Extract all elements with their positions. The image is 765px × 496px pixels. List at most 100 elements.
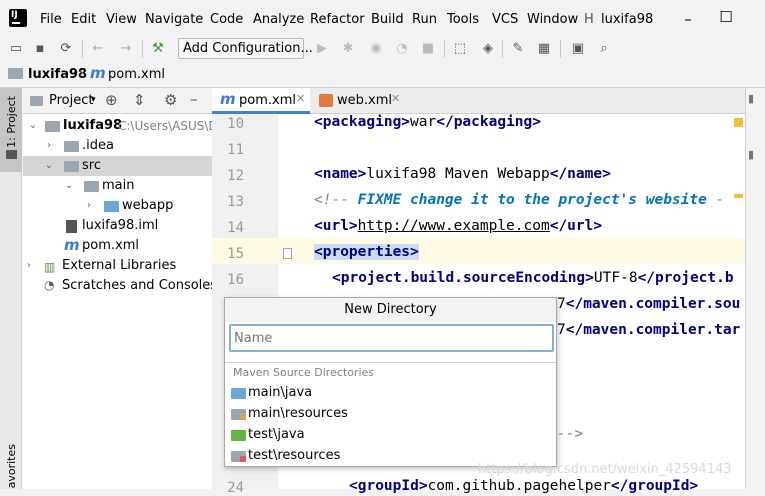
breadcrumb-file[interactable]: pom.xml [108,67,165,82]
locate-target-icon[interactable]: ⊕ [105,91,118,109]
terminal-icon[interactable]: ▣ [570,41,586,57]
minimize-icon[interactable]: – [678,10,698,30]
menu-analyze[interactable]: Analyze [253,12,304,27]
xml-tag: </packaging> [436,114,541,130]
directory-name-input[interactable] [229,324,554,352]
tab-pom-xml[interactable]: m pom.xml ✕ [212,88,310,114]
tab-label: pom.xml [239,93,296,108]
toolbar-separator [502,40,503,58]
add-configuration-button[interactable]: Add Configuration... [178,38,313,59]
stop-icon[interactable]: ■ [420,41,436,57]
tree-item-external-libraries[interactable]: › ▥ External Libraries [23,256,212,276]
menu-navigate[interactable]: Navigate [145,12,203,27]
menu-file[interactable]: File [40,12,62,27]
maven-icon: m [220,90,236,108]
code-line-18: 7</maven.compiler.tar [557,322,740,338]
coverage-icon[interactable]: ◉ [368,41,384,57]
maven-tool-tab[interactable]: ▮ [748,92,754,105]
line-number: 10 [227,116,244,132]
intellij-logo-icon [9,9,27,27]
project-structure-icon[interactable]: ◈ [480,41,496,57]
attach-icon[interactable]: ⬚ [452,41,468,57]
menu-tools[interactable]: Tools [447,12,479,27]
menu-refactor[interactable]: Refactor [310,12,365,27]
favorites-tool-tab[interactable]: avorites [5,444,18,488]
xml-tag: <url> [314,218,358,234]
project-view-selector[interactable]: Project [49,93,93,108]
iml-file-icon [66,220,77,233]
tree-item-label: luxifa98.iml [82,218,159,233]
tree-item-luxifa98[interactable]: ⌄ luxifa98 C:\Users\ASUS\D [23,116,218,136]
tree-item-src[interactable]: ⌄ src [23,156,212,176]
tree-item-luxifa98-iml[interactable]: luxifa98.iml [23,216,212,236]
xml-text: 7 [557,296,566,312]
back-arrow-icon[interactable]: ← [90,41,106,57]
chevron-down-icon[interactable]: ⌄ [44,160,54,171]
xml-comment: <!-- [314,192,358,208]
project-tool-tab-label[interactable]: 1: Project [5,96,18,148]
line-number: 16 [227,272,244,288]
url-link[interactable]: http://www.example.com [358,218,550,234]
warning-marker-icon[interactable] [734,194,743,198]
menu-run[interactable]: Run [412,12,437,27]
menu-view[interactable]: View [106,12,137,27]
suggestion-label: test\resources [248,448,341,463]
menu-edit[interactable]: Edit [71,12,96,27]
tree-item-scratches[interactable]: ◔ Scratches and Consoles [23,276,217,296]
toolbar-separator [444,40,445,58]
menu-window[interactable]: Window [527,12,578,27]
menu-vcs[interactable]: VCS [492,12,518,27]
tab-web-xml[interactable]: web.xml ✕ [311,88,409,114]
hide-panel-icon[interactable]: – [190,90,198,108]
dropdown-arrow-icon[interactable]: ▾ [91,95,96,105]
tree-item-label: pom.xml [82,238,139,253]
run-icon[interactable]: ▶ [314,41,330,57]
chevron-down-icon[interactable]: ⌄ [64,180,74,191]
xml-tag: <name> [314,166,367,182]
menu-code[interactable]: Code [210,12,243,27]
close-icon[interactable]: ✕ [296,92,305,105]
folder-icon [64,161,79,172]
fixme-text: FIXME change it to the project's website [357,192,707,208]
build-hammer-icon[interactable]: ⚒ [150,41,166,57]
toolbar-separator [82,40,83,58]
debug-icon[interactable]: ✱ [340,41,356,57]
sdk-icon[interactable]: ▦ [536,41,552,57]
chevron-right-icon[interactable]: › [24,260,34,271]
forward-arrow-icon[interactable]: → [118,41,134,57]
chevron-down-icon[interactable]: ⌄ [28,120,38,131]
close-icon[interactable]: ✕ [391,92,400,105]
profile-icon[interactable]: ◔ [394,41,410,57]
tree-item-main[interactable]: ⌄ main [23,176,212,196]
xml-tag: <groupId> [349,478,428,494]
code-line-12: <name>luxifa98 Maven Webapp</name> [314,166,611,182]
tree-item-path: C:\Users\ASUS\D [118,119,218,133]
wrench-settings-icon[interactable]: ✎ [510,41,526,57]
open-folder-icon[interactable]: ▭ [8,41,24,57]
fold-icon[interactable] [283,248,292,259]
tree-item-pom-xml[interactable]: m pom.xml [23,236,212,256]
chevron-right-icon[interactable]: › [84,200,94,211]
line-number: 13 [227,194,244,210]
menu-help-truncated[interactable]: H [584,12,594,27]
tree-item-label: .idea [82,138,114,153]
xml-file-icon [319,94,333,107]
tree-item-label: luxifa98 [63,118,123,133]
tree-item-label: src [82,158,101,173]
code-line-10: <packaging>war</packaging> [314,114,541,130]
chevron-right-icon[interactable]: › [44,140,54,151]
gear-icon[interactable]: ⚙ [164,91,177,109]
search-icon[interactable]: ⌕ [596,41,612,57]
sync-icon[interactable]: ⟳ [58,41,74,57]
collapse-all-icon[interactable]: ⇕ [133,91,146,109]
save-icon[interactable]: ▪ [32,41,48,57]
dialog-title: New Directory [225,298,556,322]
tree-item-idea[interactable]: › .idea [23,136,212,156]
database-tool-tab[interactable]: ▮ [748,148,754,161]
menu-build[interactable]: Build [371,12,404,27]
window-title: luxifa98 [601,12,654,27]
warning-marker-icon[interactable] [734,118,743,127]
tree-item-webapp[interactable]: › webapp [23,196,212,216]
xml-text: com.github.pagehelper [427,478,611,494]
maximize-icon[interactable]: ☐ [716,8,736,28]
